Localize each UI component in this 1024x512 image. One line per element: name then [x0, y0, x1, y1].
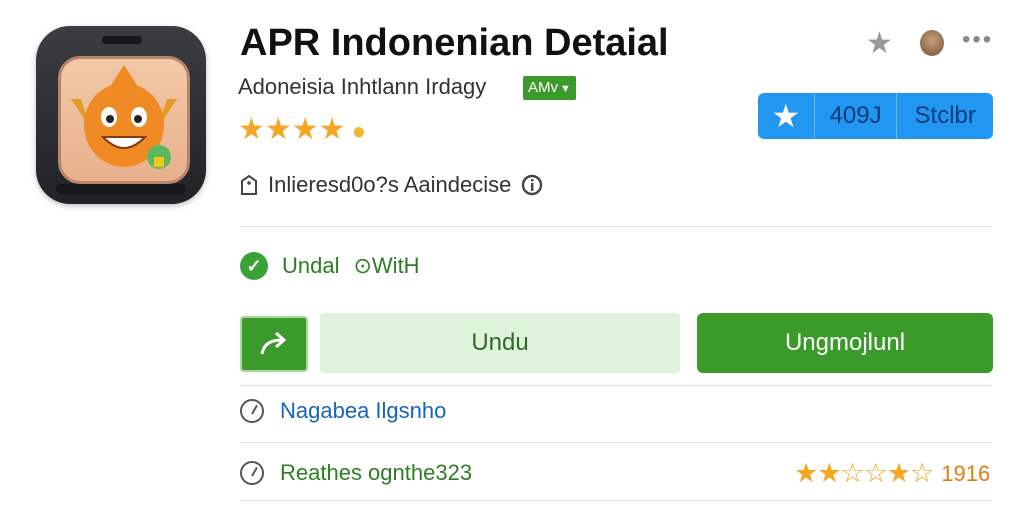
avatar[interactable] [920, 30, 944, 56]
status-clock-text: ⊙WitH [353, 253, 420, 278]
badge-label: AMv [528, 79, 558, 96]
check-icon: ✓ [240, 252, 268, 280]
star-icon: ★ [771, 98, 801, 134]
favorite-star-icon[interactable]: ★ [866, 26, 893, 61]
review-count: 1916 [941, 460, 991, 486]
divider [240, 500, 992, 501]
app-title: APR Indonenian Detaial [240, 22, 669, 64]
rate-button[interactable]: ★ 409J Stclbr [758, 93, 993, 139]
share-button[interactable] [240, 316, 308, 372]
compass-icon [240, 461, 264, 485]
install-status: ✓ Undal ⊙WitH [240, 252, 420, 280]
stars-filled: ★★★★ [238, 113, 346, 146]
status-text: Undal [282, 253, 340, 278]
info-icon[interactable] [521, 174, 543, 196]
mascot-icon [71, 65, 177, 169]
age-badge[interactable]: AMv ▼ [523, 76, 576, 100]
review-rating: ★★☆☆★☆ 1916 [794, 458, 990, 489]
more-options-icon[interactable]: ••• [962, 26, 993, 54]
app-icon [36, 26, 206, 204]
app-icon-notch [102, 36, 142, 44]
install-button[interactable]: Ungmojlunl [697, 313, 993, 373]
info-text: Inlieresd0o?s Aaindecise [268, 172, 512, 197]
rate-value: 409J [829, 102, 882, 129]
info-line: Inlieresd0o?s Aaindecise [240, 172, 543, 198]
compass-icon [240, 399, 264, 423]
chevron-down-icon: ▼ [560, 83, 571, 95]
rating-stars: ★★★★ ● [238, 112, 366, 147]
app-subtitle: Adoneisia Inhtlann Irdagy [238, 74, 487, 99]
app-icon-base [56, 184, 186, 194]
list-item-label: Nagabea Ilgsnho [280, 398, 447, 423]
list-item[interactable]: Nagabea Ilgsnho [240, 398, 446, 424]
tag-icon [241, 175, 257, 195]
divider [240, 442, 992, 443]
divider [240, 226, 992, 227]
app-icon-artwork [58, 56, 190, 184]
review-stars: ★★☆☆★☆ [794, 458, 934, 488]
star-partial-icon: ● [351, 118, 367, 145]
list-item-label: Reathes ognthe323 [280, 460, 473, 485]
undu-button[interactable]: Undu [320, 313, 680, 373]
list-item[interactable]: Reathes ognthe323 [240, 460, 472, 486]
share-arrow-icon [260, 331, 287, 355]
rate-label: Stclbr [914, 102, 976, 129]
divider [240, 385, 992, 386]
